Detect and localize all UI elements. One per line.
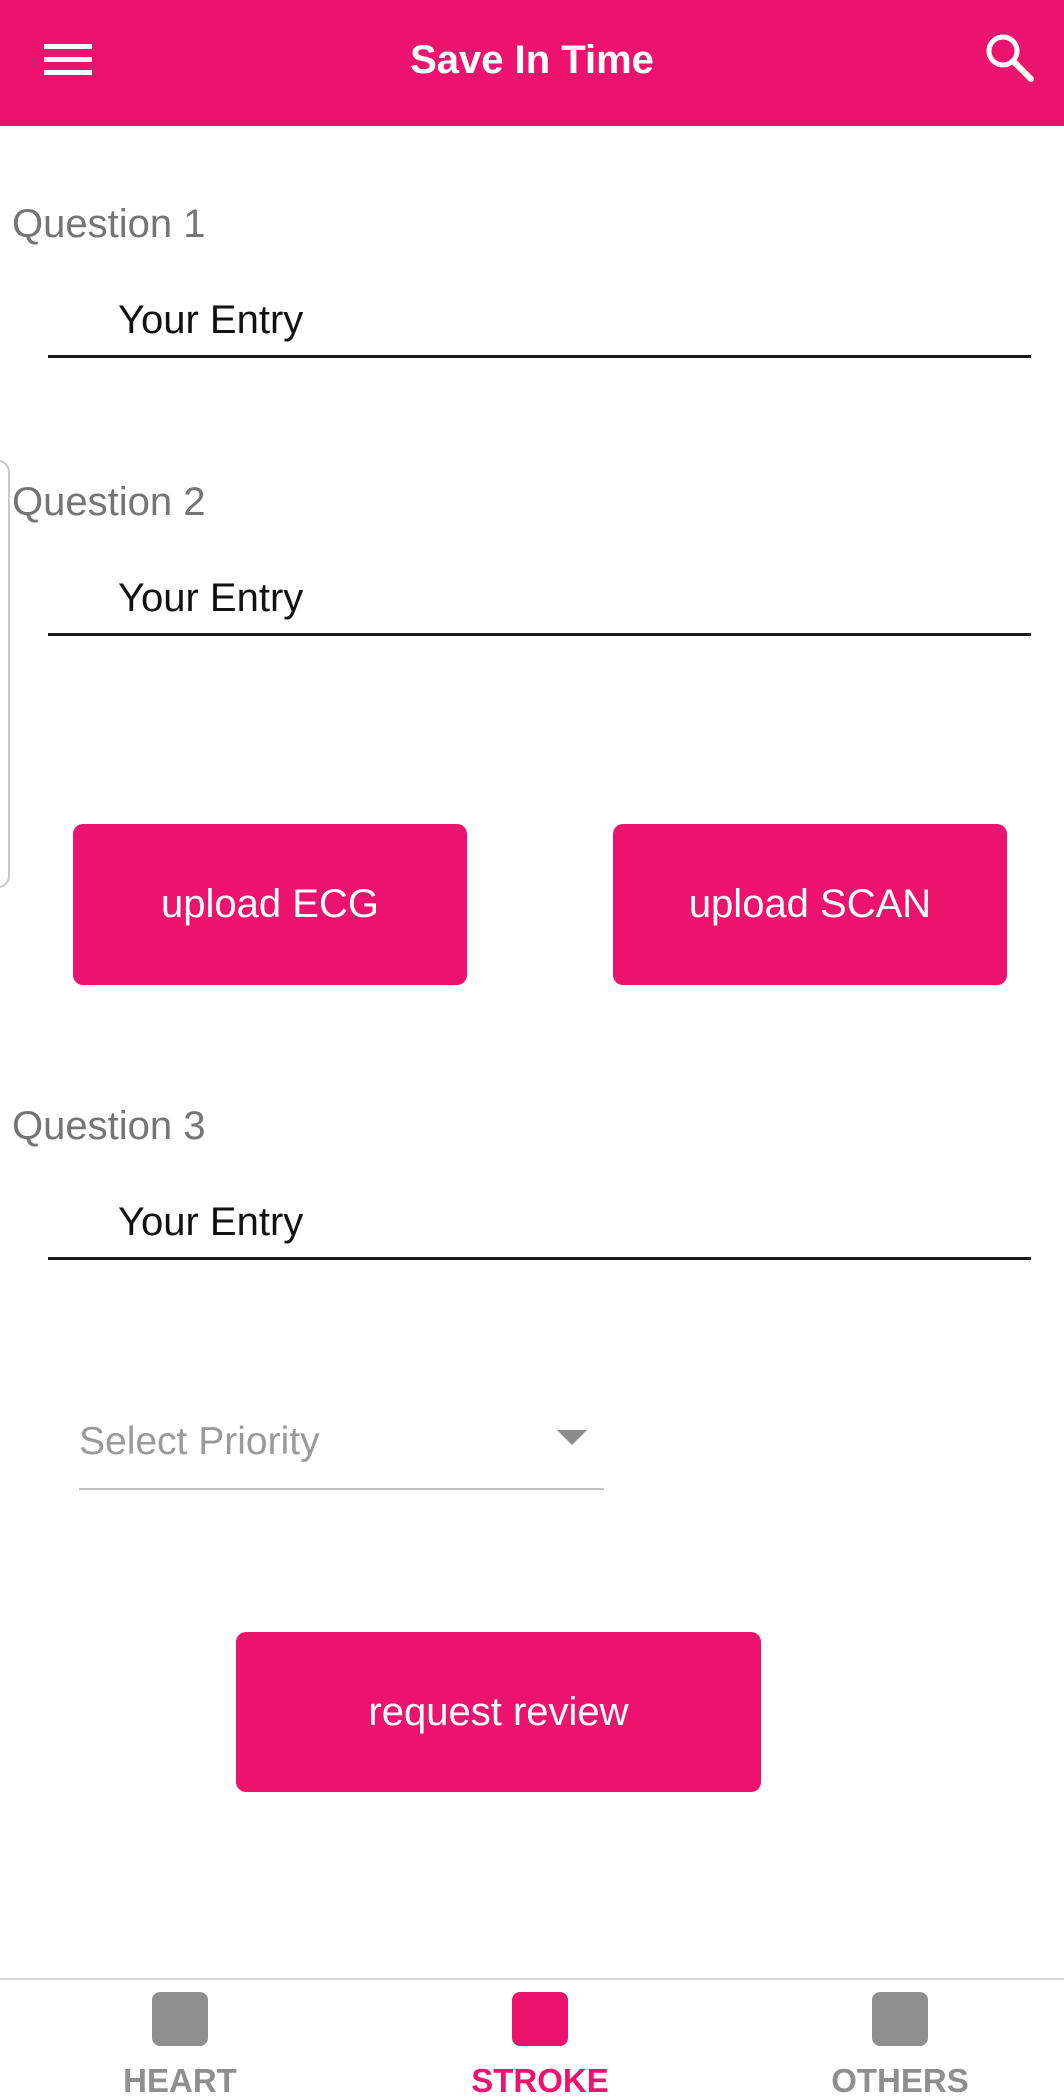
upload-scan-button[interactable]: upload SCAN: [613, 824, 1007, 985]
app-bar: Save In Time: [0, 0, 1064, 126]
others-tab-icon: [872, 1992, 928, 2046]
question-1-input[interactable]: [48, 286, 1031, 355]
question-3-field: [48, 1188, 1031, 1260]
request-review-button[interactable]: request review: [236, 1632, 761, 1792]
question-1-label: Question 1: [12, 202, 206, 246]
heart-tab-icon: [152, 1992, 208, 2046]
dropdown-arrow-icon: [557, 1430, 587, 1445]
question-2-label: Question 2: [12, 480, 206, 524]
nav-item-stroke[interactable]: STROKE: [390, 1980, 690, 2098]
stroke-tab-icon: [512, 1992, 568, 2046]
priority-select[interactable]: Select Priority: [79, 1410, 604, 1490]
app-screen: Save In Time Question 1 Question 2 uploa…: [0, 0, 1064, 2098]
nav-item-heart[interactable]: HEART: [30, 1980, 330, 2098]
nav-item-others[interactable]: OTHERS: [750, 1980, 1050, 2098]
question-3-input[interactable]: [48, 1188, 1031, 1257]
question-3-label: Question 3: [12, 1104, 206, 1148]
question-2-input[interactable]: [48, 564, 1031, 633]
upload-ecg-button[interactable]: upload ECG: [73, 824, 467, 985]
nav-label-heart: HEART: [123, 2062, 237, 2098]
question-1-field: [48, 286, 1031, 358]
app-title: Save In Time: [410, 37, 654, 82]
nav-label-stroke: STROKE: [471, 2062, 609, 2098]
search-icon[interactable]: [978, 26, 1042, 90]
bottom-navigation: HEART STROKE OTHERS: [0, 1978, 1064, 2098]
edge-panel-handle[interactable]: [0, 460, 10, 888]
nav-label-others: OTHERS: [831, 2062, 969, 2098]
priority-select-placeholder: Select Priority: [79, 1420, 320, 1463]
question-2-field: [48, 564, 1031, 636]
